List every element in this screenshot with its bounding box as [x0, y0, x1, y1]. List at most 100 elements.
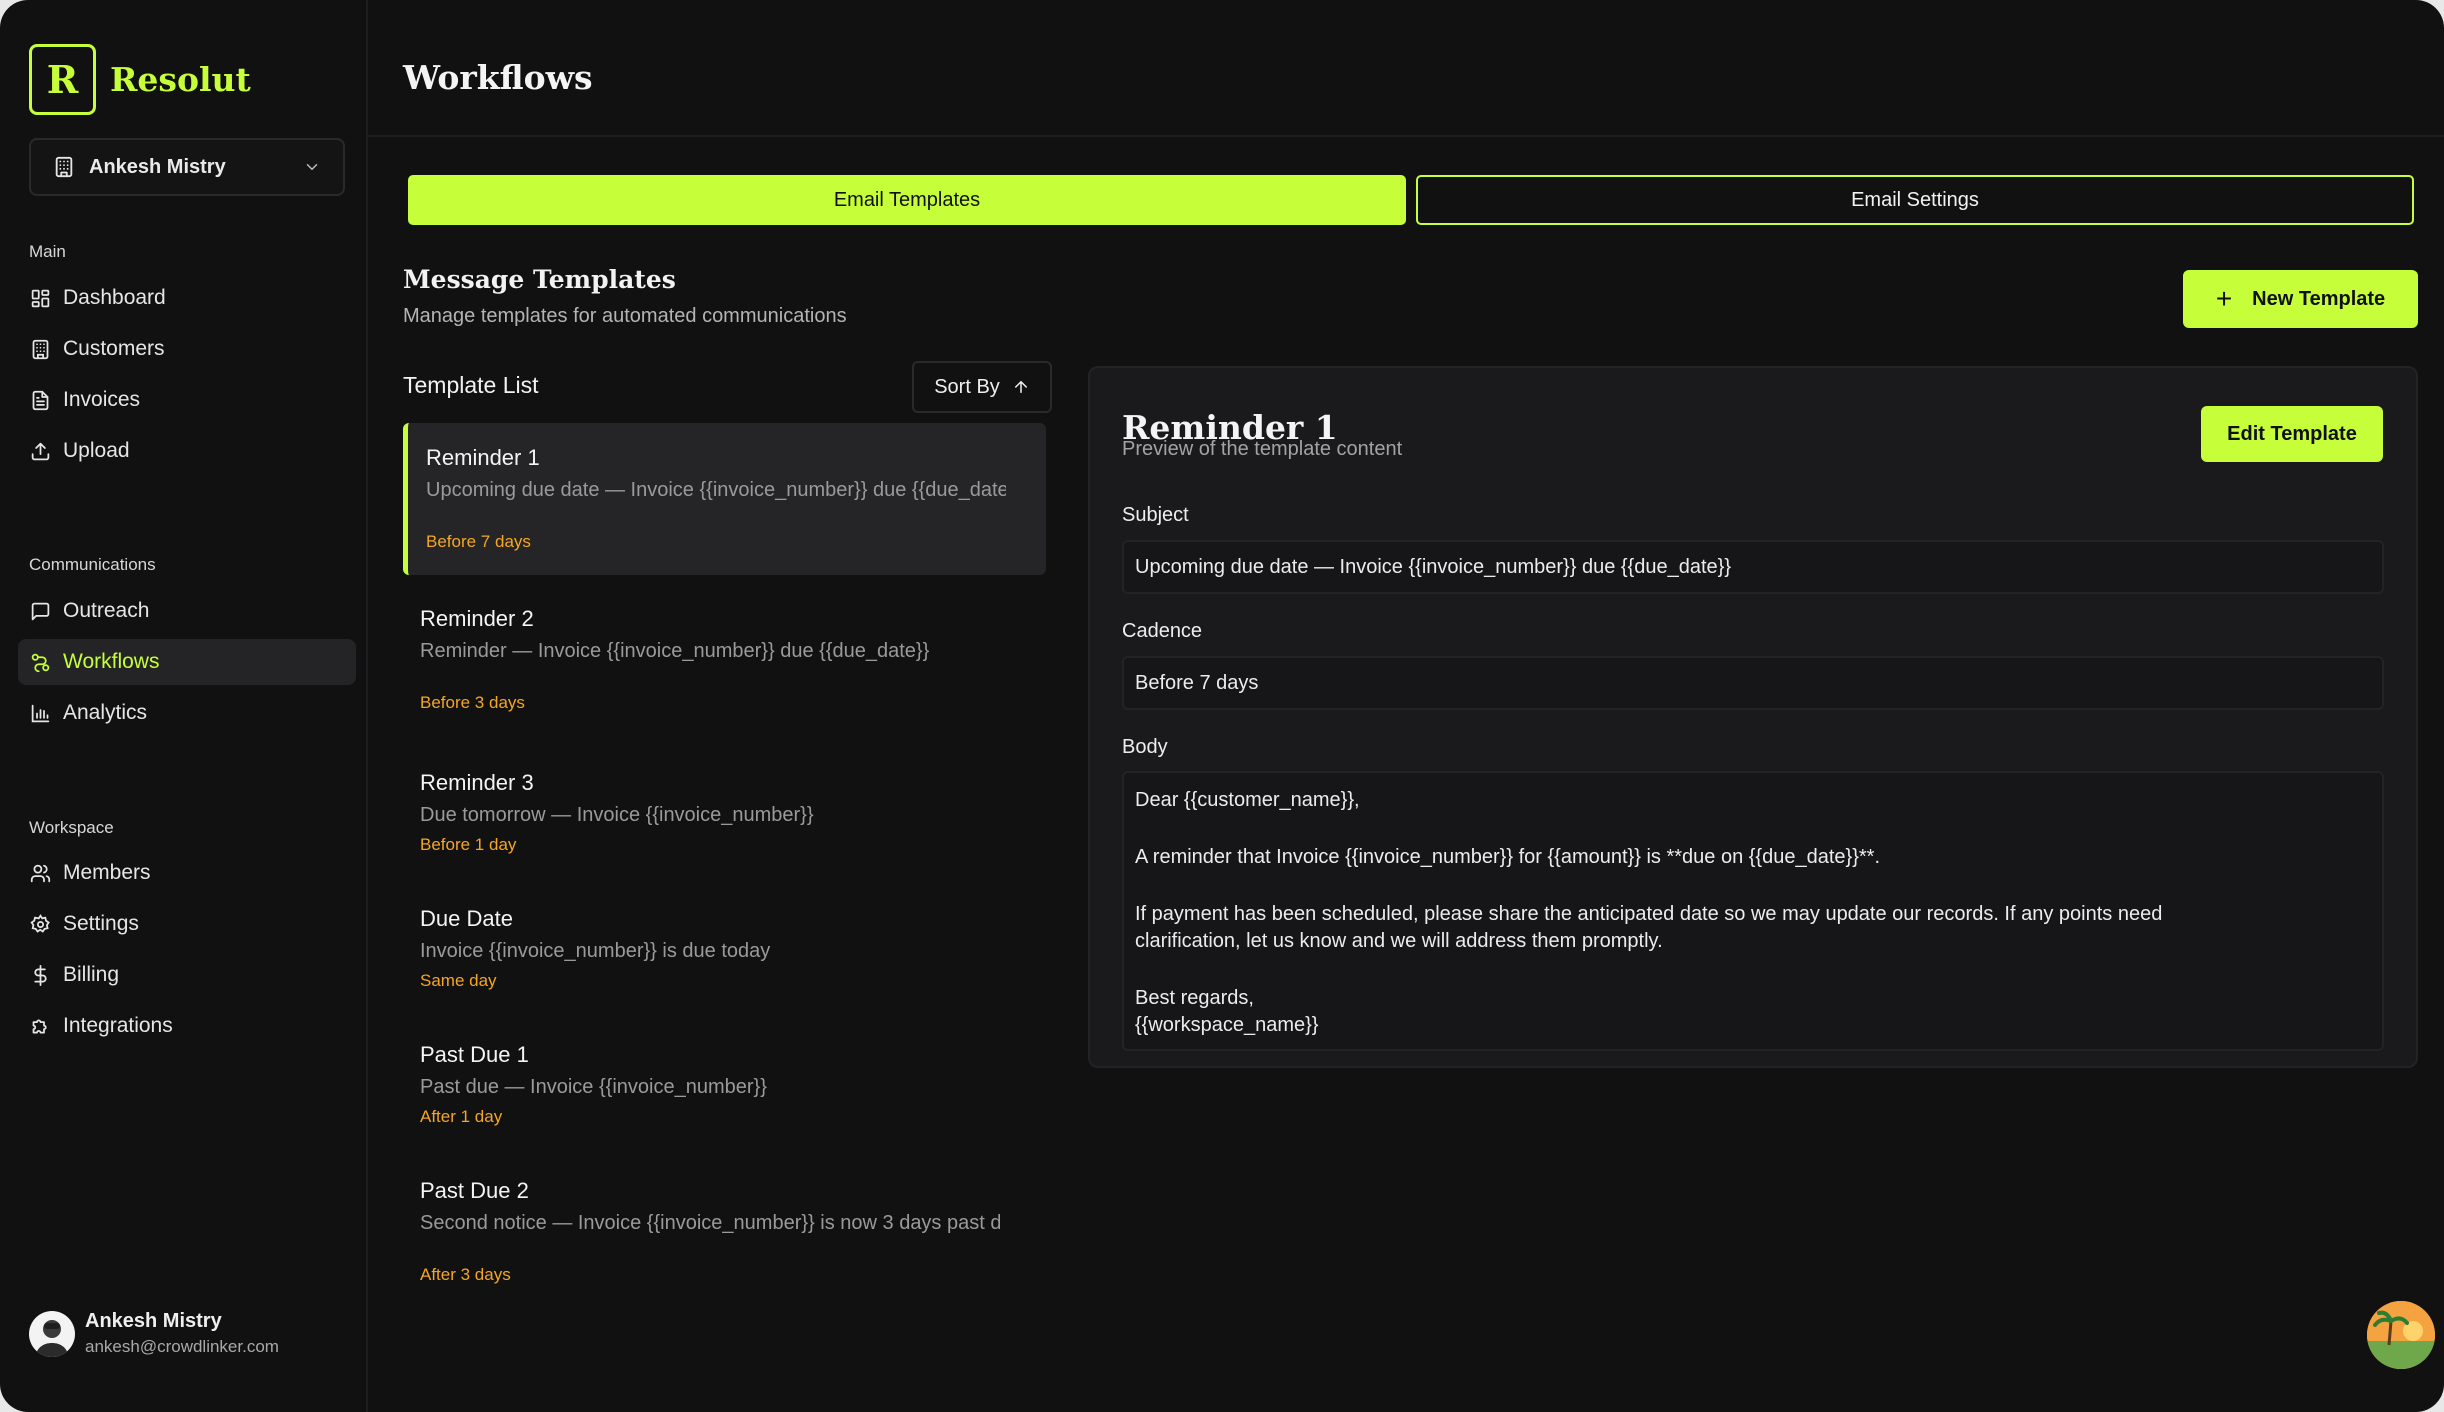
user-card[interactable]: Ankesh Mistry ankesh@crowdlinker.com	[29, 1310, 279, 1357]
template-list-title: Template List	[403, 372, 539, 398]
section-label-main: Main	[29, 242, 66, 261]
sidebar-item-label: Upload	[63, 439, 130, 462]
body-signoff: Best regards,	[1135, 987, 1254, 1009]
upload-icon	[30, 441, 51, 462]
template-name: Past Due 2	[420, 1178, 529, 1203]
template-name: Reminder 3	[420, 770, 534, 795]
dollar-icon	[30, 964, 51, 986]
dashboard-icon	[30, 288, 51, 309]
template-name: Past Due 1	[420, 1042, 529, 1067]
brand-name: Resolut	[110, 60, 251, 99]
section-label-workspace: Workspace	[29, 818, 114, 837]
template-cadence: Before 7 days	[426, 532, 531, 551]
sidebar-item-settings[interactable]: Settings	[18, 901, 356, 947]
sidebar-item-invoices[interactable]: Invoices	[18, 377, 356, 423]
new-template-label: New Template	[2252, 287, 2386, 310]
body-signature: {{workspace_name}}	[1135, 1014, 1319, 1036]
body-field[interactable]: Dear {{customer_name}}, A reminder that …	[1122, 771, 2384, 1051]
template-name: Reminder 2	[420, 606, 534, 631]
sidebar-item-upload[interactable]: Upload	[18, 428, 356, 474]
section-title: Message Templates	[403, 265, 676, 294]
new-template-button[interactable]: + New Template	[2183, 270, 2418, 328]
page-title: Workflows	[403, 58, 593, 97]
sidebar-item-label: Customers	[63, 337, 165, 360]
template-preview: Reminder — Invoice {{invoice_number}} du…	[420, 640, 930, 662]
sidebar-item-label: Outreach	[63, 599, 150, 622]
template-preview: Invoice {{invoice_number}} is due today	[420, 940, 771, 962]
template-preview-panel: Reminder 1 Preview of the template conte…	[1088, 366, 2418, 1068]
gear-icon	[30, 913, 51, 935]
sort-button[interactable]: Sort By	[912, 361, 1052, 413]
body-line-3: clarification, let us know and we will a…	[1135, 930, 1663, 952]
sidebar-item-workflows[interactable]: Workflows	[18, 639, 356, 685]
section-label-communications: Communications	[29, 555, 156, 574]
template-cadence: Before 3 days	[420, 693, 525, 712]
template-item-past-due-1[interactable]: Past Due 1 Past due — Invoice {{invoice_…	[403, 1042, 1046, 1142]
sidebar-item-billing[interactable]: Billing	[18, 952, 356, 998]
template-preview: Due tomorrow — Invoice {{invoice_number}…	[420, 804, 814, 826]
template-cadence: After 1 day	[420, 1107, 503, 1126]
app-window: R Resolut Ankesh Mistry Main Dashboard C…	[0, 0, 2444, 1412]
document-icon	[30, 390, 51, 411]
brand[interactable]: R Resolut	[29, 44, 251, 115]
sidebar-item-label: Billing	[63, 963, 120, 986]
body-greeting: Dear {{customer_name}},	[1135, 789, 1360, 811]
building-icon	[53, 156, 75, 178]
template-item-reminder-3[interactable]: Reminder 3 Due tomorrow — Invoice {{invo…	[403, 770, 1046, 870]
users-icon	[30, 863, 51, 884]
sidebar-item-label: Settings	[63, 912, 139, 935]
template-cadence: Same day	[420, 971, 497, 990]
header-divider	[368, 135, 2444, 137]
template-name: Reminder 1	[426, 445, 540, 470]
arrow-up-icon	[1012, 378, 1030, 396]
preview-subtitle: Preview of the template content	[1122, 438, 1403, 460]
sidebar-item-label: Analytics	[63, 701, 148, 724]
template-name: Due Date	[420, 906, 513, 931]
user-name: Ankesh Mistry	[85, 1310, 222, 1332]
chevron-down-icon	[303, 158, 321, 176]
sidebar-item-integrations[interactable]: Integrations	[18, 1003, 356, 1049]
body-label: Body	[1122, 736, 1168, 758]
user-email: ankesh@crowdlinker.com	[85, 1337, 279, 1356]
subject-label: Subject	[1122, 504, 1189, 526]
brand-logo: R	[29, 44, 96, 115]
sidebar-item-outreach[interactable]: Outreach	[18, 588, 356, 634]
sidebar-item-dashboard[interactable]: Dashboard	[18, 275, 356, 321]
template-preview: Past due — Invoice {{invoice_number}}	[420, 1076, 767, 1098]
tab-email-templates[interactable]: Email Templates	[408, 175, 1406, 225]
template-item-due-date[interactable]: Due Date Invoice {{invoice_number}} is d…	[403, 906, 1046, 1006]
section-subtitle: Manage templates for automated communica…	[403, 305, 847, 327]
sidebar-item-label: Workflows	[63, 650, 160, 673]
subject-field[interactable]: Upcoming due date — Invoice {{invoice_nu…	[1122, 540, 2384, 594]
plus-icon: +	[2215, 283, 2233, 314]
sidebar-item-members[interactable]: Members	[18, 850, 356, 896]
tab-email-settings[interactable]: Email Settings	[1416, 175, 2414, 225]
body-line-2: If payment has been scheduled, please sh…	[1135, 903, 2163, 925]
template-item-past-due-2[interactable]: Past Due 2 Second notice — Invoice {{inv…	[403, 1178, 1046, 1308]
sort-label: Sort By	[934, 375, 1000, 398]
body-line-1: A reminder that Invoice {{invoice_number…	[1135, 846, 1881, 868]
sidebar-item-customers[interactable]: Customers	[18, 326, 356, 372]
template-item-reminder-1[interactable]: Reminder 1 Upcoming due date — Invoice {…	[403, 423, 1046, 575]
bar-chart-icon	[30, 703, 51, 724]
sidebar-item-analytics[interactable]: Analytics	[18, 690, 356, 736]
sidebar: R Resolut Ankesh Mistry Main Dashboard C…	[0, 0, 368, 1412]
template-preview: Second notice — Invoice {{invoice_number…	[420, 1212, 1000, 1234]
template-cadence: After 3 days	[420, 1265, 511, 1284]
cadence-label: Cadence	[1122, 620, 1203, 642]
cadence-field[interactable]: Before 7 days	[1122, 656, 2384, 710]
workspace-selector[interactable]: Ankesh Mistry	[29, 138, 345, 196]
puzzle-icon	[30, 1016, 51, 1037]
sidebar-item-label: Dashboard	[63, 286, 166, 309]
sidebar-item-label: Integrations	[63, 1014, 173, 1037]
sidebar-item-label: Members	[63, 861, 151, 884]
workspace-name: Ankesh Mistry	[89, 155, 226, 178]
edit-template-button[interactable]: Edit Template	[2201, 406, 2383, 462]
sidebar-item-label: Invoices	[63, 388, 141, 411]
message-icon	[30, 601, 51, 622]
avatar	[29, 1310, 75, 1357]
assistant-avatar-button[interactable]	[2367, 1301, 2435, 1369]
template-preview: Upcoming due date — Invoice {{invoice_nu…	[426, 479, 1006, 501]
template-item-reminder-2[interactable]: Reminder 2 Reminder — Invoice {{invoice_…	[403, 606, 1046, 736]
workflow-icon	[30, 652, 51, 673]
